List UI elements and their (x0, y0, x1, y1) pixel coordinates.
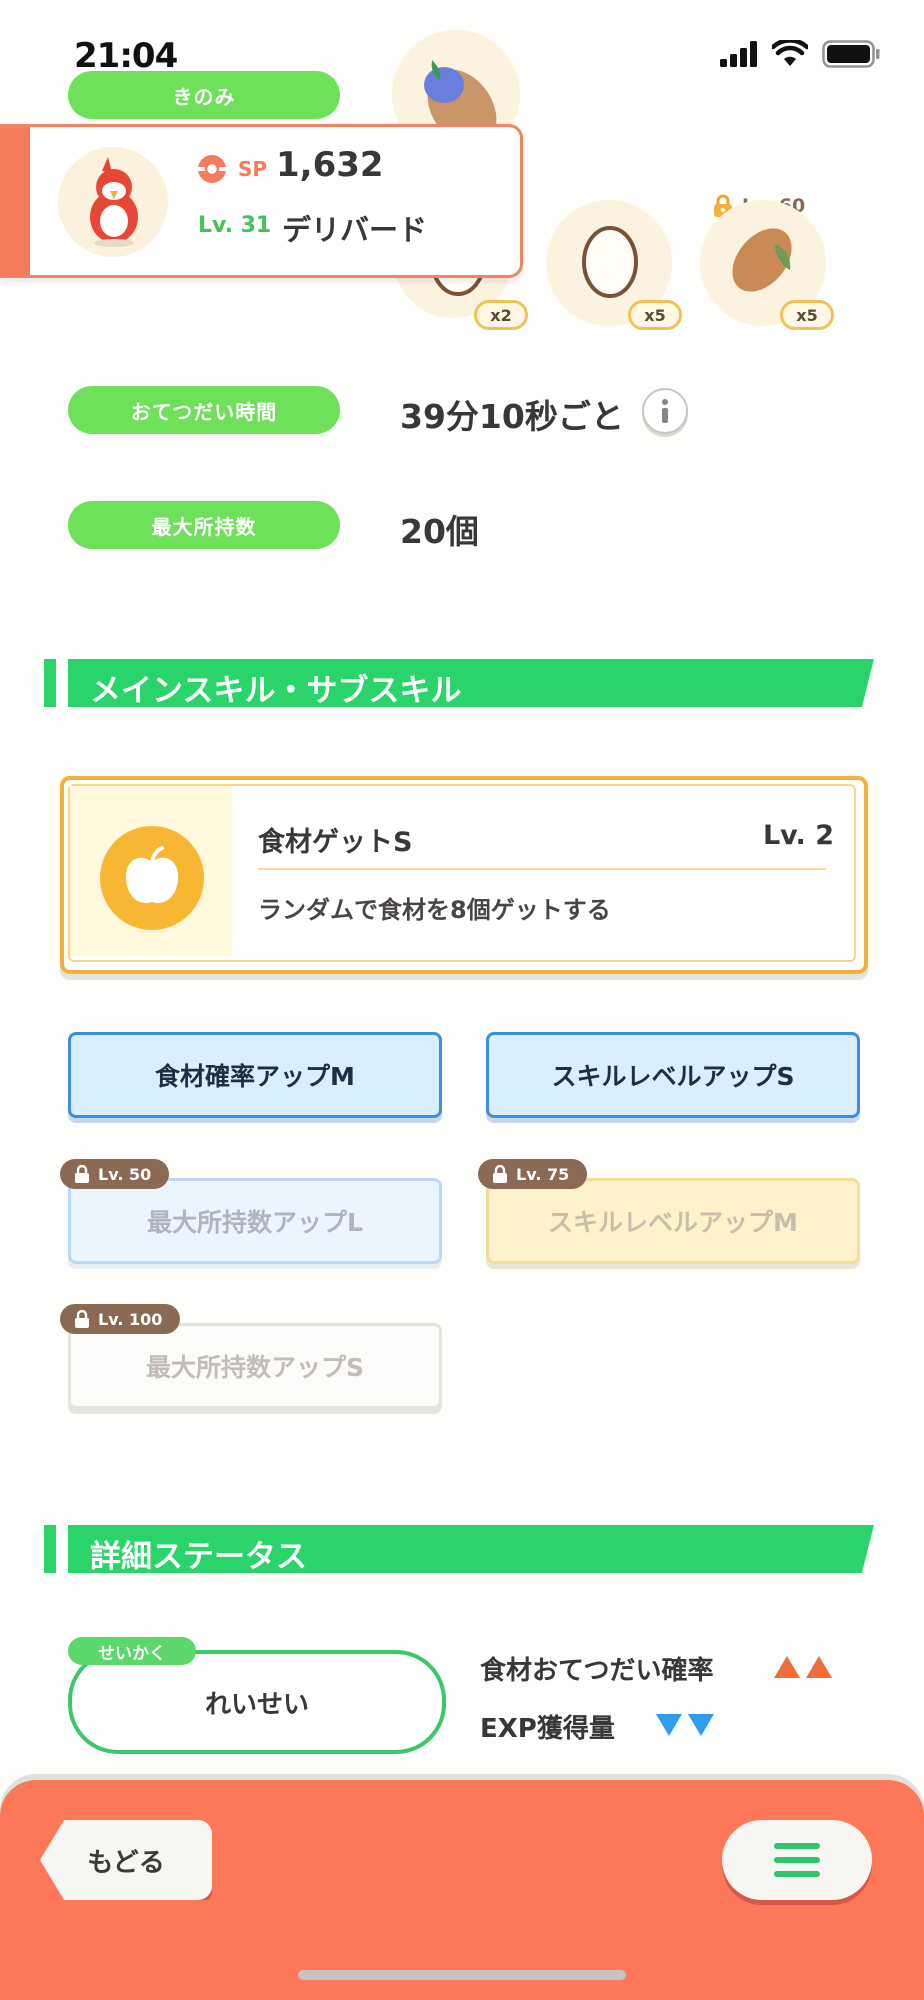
sub-skill-1[interactable]: 食材確率アップM (68, 1032, 442, 1118)
nature-tag: せいかく (68, 1637, 196, 1665)
sp-value: 1,632 (276, 145, 384, 185)
ingredient-qty-3: x5 (780, 300, 834, 330)
skills-section-title: メインスキル・サブスキル (90, 673, 462, 709)
stat-up-arrows-icon (774, 1656, 832, 1678)
section-tick (44, 1525, 56, 1573)
lock-icon (75, 1165, 89, 1183)
sub-skill-4[interactable]: スキルレベルアップM (486, 1178, 860, 1264)
skills-section-header: メインスキル・サブスキル (44, 659, 874, 709)
apple-icon (125, 846, 179, 904)
home-indicator (298, 1970, 626, 1980)
sub-skill-2[interactable]: スキルレベルアップS (486, 1032, 860, 1118)
sub-skill-3-lock-tag: Lv. 50 (60, 1159, 170, 1189)
nature-up-label: 食材おてつだい確率 (480, 1656, 714, 1686)
pokemon-level: Lv. 31 (198, 213, 272, 238)
details-section-header: 詳細ステータス (44, 1525, 874, 1575)
menu-button[interactable] (722, 1820, 872, 1900)
sub-skill-3-lock-level: Lv. 50 (98, 1164, 152, 1184)
nature-value[interactable]: れいせい (68, 1650, 446, 1754)
skill-icon-panel (70, 786, 232, 956)
details-section-title: 詳細ステータス (90, 1539, 307, 1575)
sub-skill-5[interactable]: 最大所持数アップS (68, 1323, 442, 1409)
pokemon-avatar (58, 147, 168, 257)
help-time-label: おてつだい時間 (68, 386, 340, 434)
nature-down-label: EXP獲得量 (480, 1714, 615, 1744)
status-time: 21:04 (74, 36, 178, 76)
wifi-icon (772, 40, 808, 66)
info-icon (662, 399, 668, 423)
sub-skill-3[interactable]: 最大所持数アップL (68, 1178, 442, 1264)
ingredient-qty-2: x5 (628, 300, 682, 330)
sub-skill-5-lock-tag: Lv. 100 (60, 1304, 181, 1334)
skill-divider (258, 868, 826, 870)
max-carry-value: 20個 (400, 512, 479, 551)
sub-skill-5-lock-level: Lv. 100 (98, 1309, 163, 1329)
max-carry-label: 最大所持数 (68, 501, 340, 549)
lock-icon (75, 1310, 89, 1328)
help-time-value: 39分10秒ごと (400, 397, 624, 436)
skill-orb (100, 826, 204, 930)
lock-icon (493, 1165, 507, 1183)
hamburger-menu-icon (774, 1843, 820, 1877)
status-icons (720, 40, 880, 68)
pokemon-name: デリバード (282, 213, 428, 247)
card-accent-stripe (0, 127, 30, 275)
help-time-info-button[interactable] (642, 388, 688, 434)
berry-label: きのみ (68, 71, 340, 119)
section-tick (44, 659, 56, 707)
main-skill-card[interactable]: 食材ゲットS Lv. 2 ランダムで食材を8個ゲットする (60, 776, 868, 974)
back-button[interactable]: もどる (40, 1820, 212, 1900)
pokemon-icon (90, 157, 138, 247)
main-skill-level: Lv. 2 (762, 820, 834, 851)
pokeball-icon (198, 155, 226, 183)
battery-icon (822, 40, 880, 68)
main-skill-description: ランダムで食材を8個ゲットする (258, 896, 611, 924)
sp-label: SP (238, 157, 268, 181)
main-skill-name: 食材ゲットS (258, 827, 413, 858)
sub-skill-4-lock-level: Lv. 75 (516, 1164, 570, 1184)
ingredient-qty-1: x2 (474, 300, 528, 330)
sub-skill-4-lock-tag: Lv. 75 (478, 1159, 588, 1189)
cellular-signal-icon (720, 41, 757, 67)
pokemon-summary-card[interactable]: SP 1,632 Lv. 31 デリバード (0, 124, 523, 278)
stat-down-arrows-icon (656, 1714, 714, 1736)
